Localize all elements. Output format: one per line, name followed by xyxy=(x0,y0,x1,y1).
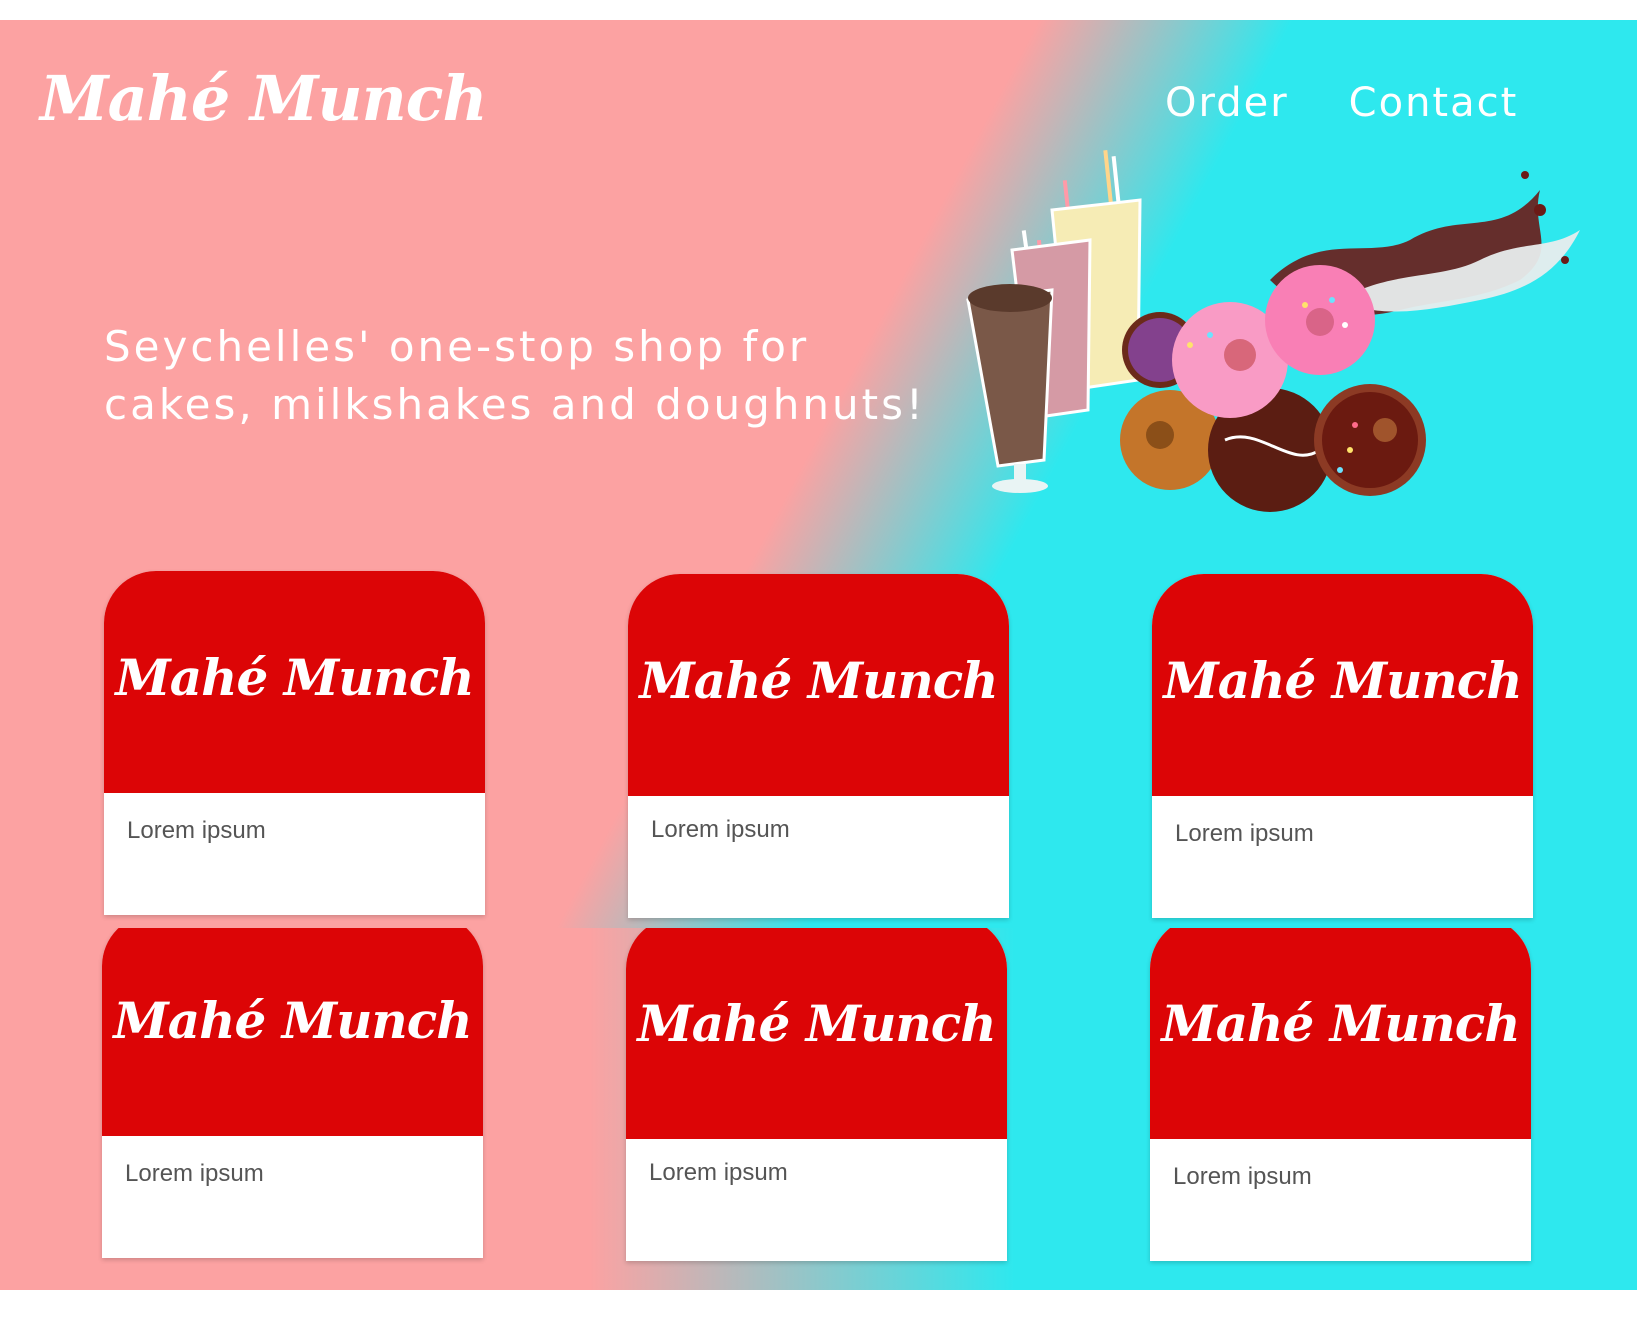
site-logo[interactable]: Mahé Munch xyxy=(40,62,488,135)
product-card-4[interactable]: Mahé Munch Lorem ipsum xyxy=(102,928,483,1258)
card-logo: Mahé Munch xyxy=(115,647,474,707)
product-card-1[interactable]: Mahé Munch Lorem ipsum xyxy=(104,571,485,915)
card-logo: Mahé Munch xyxy=(639,650,998,710)
hero-section: Mahé Munch Order Contact Seychelles' one… xyxy=(0,20,1637,928)
card-logo: Mahé Munch xyxy=(113,990,472,1050)
milkshakes-doughnuts-image xyxy=(966,150,1580,512)
card-header: Mahé Munch xyxy=(102,928,483,1136)
card-logo: Mahé Munch xyxy=(1163,650,1522,710)
card-text: Lorem ipsum xyxy=(651,816,790,843)
card-text: Lorem ipsum xyxy=(1175,820,1314,847)
card-text: Lorem ipsum xyxy=(649,1159,788,1186)
nav-order-link[interactable]: Order xyxy=(1165,80,1289,126)
card-header: Mahé Munch xyxy=(1152,574,1533,796)
tagline-line-1: Seychelles' one-stop shop for xyxy=(104,322,810,371)
product-card-6[interactable]: Mahé Munch Lorem ipsum xyxy=(1150,928,1531,1261)
card-text: Lorem ipsum xyxy=(1173,1163,1312,1190)
page: Mahé Munch Order Contact Seychelles' one… xyxy=(0,0,1640,1332)
product-card-2[interactable]: Mahé Munch Lorem ipsum xyxy=(628,574,1009,918)
card-logo: Mahé Munch xyxy=(637,993,996,1053)
tagline-line-2: cakes, milkshakes and doughnuts! xyxy=(104,380,926,429)
card-text: Lorem ipsum xyxy=(125,1160,264,1187)
cards-section: Mahé Munch Lorem ipsum Mahé Munch Lorem … xyxy=(0,928,1637,1290)
main-nav: Order Contact xyxy=(1165,80,1518,126)
card-text: Lorem ipsum xyxy=(127,817,266,844)
card-header: Mahé Munch xyxy=(1150,928,1531,1139)
product-card-3[interactable]: Mahé Munch Lorem ipsum xyxy=(1152,574,1533,918)
card-header: Mahé Munch xyxy=(626,928,1007,1139)
nav-contact-link[interactable]: Contact xyxy=(1349,80,1519,126)
card-header: Mahé Munch xyxy=(628,574,1009,796)
product-card-5[interactable]: Mahé Munch Lorem ipsum xyxy=(626,928,1007,1261)
card-header: Mahé Munch xyxy=(104,571,485,793)
hero-tagline: Seychelles' one-stop shop for cakes, mil… xyxy=(104,318,964,434)
card-logo: Mahé Munch xyxy=(1161,993,1520,1053)
